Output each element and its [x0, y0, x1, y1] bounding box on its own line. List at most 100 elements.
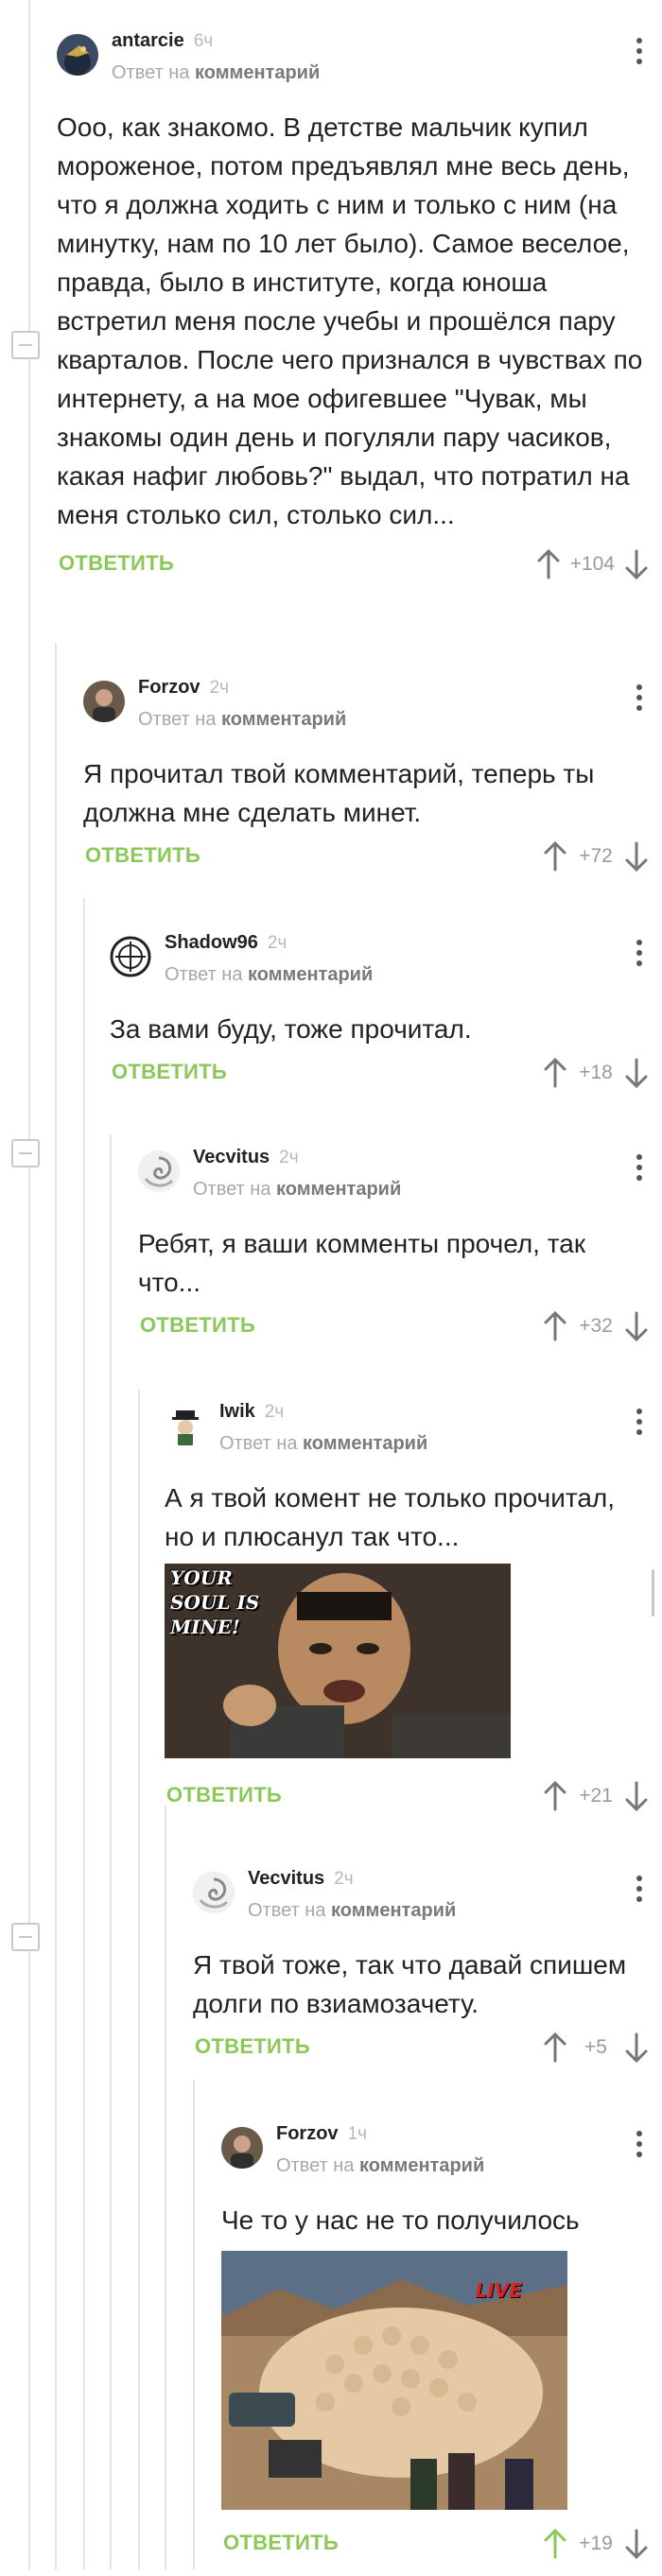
comment-score: +5 [584, 2036, 607, 2058]
collapse-thread-button[interactable] [11, 1923, 40, 1951]
comment-footer: ОТВЕТИТЬ +104 [57, 540, 662, 596]
reply-button[interactable]: ОТВЕТИТЬ [140, 1313, 255, 1338]
comment: Forzov 2ч Ответ на комментарий Я прочитал… [83, 677, 662, 889]
vote-controls: +104 [534, 547, 651, 581]
comment-time: 2ч [267, 933, 287, 953]
comment-footer: ОТВЕТИТЬ +32 [138, 1302, 662, 1358]
comment-time: 2ч [334, 1869, 354, 1889]
reply-button[interactable]: ОТВЕТИТЬ [112, 1060, 227, 1084]
avatar-man-icon[interactable] [83, 681, 125, 722]
comment-score: +21 [579, 1785, 613, 1807]
more-options-icon[interactable] [636, 38, 643, 68]
collapse-thread-button[interactable] [11, 1139, 40, 1167]
downvote-arrow-icon[interactable] [622, 1309, 651, 1343]
username[interactable]: Shadow96 2ч [165, 932, 287, 954]
username[interactable]: Forzov 2ч [138, 677, 229, 699]
username[interactable]: Vecvitus 2ч [248, 1868, 354, 1890]
comment-time: 2ч [209, 678, 230, 698]
reply-to-line: Ответ на комментарий [248, 1900, 457, 1921]
reply-button[interactable]: ОТВЕТИТЬ [166, 1783, 282, 1807]
comment-header: Shadow96 2ч Ответ на комментарий [110, 932, 662, 1010]
more-options-icon[interactable] [636, 1409, 643, 1439]
comment: Iwik 2ч Ответ на комментарий А я твой ком… [165, 1401, 662, 1828]
reply-to-line: Ответ на комментарий [138, 709, 347, 730]
comment-header: Vecvitus 2ч Ответ на комментарий [138, 1147, 662, 1224]
reply-to-line: Ответ на комментарий [276, 2155, 485, 2176]
more-options-icon[interactable] [636, 1876, 643, 1906]
reply-target-link[interactable]: комментарий [276, 1179, 401, 1200]
vote-controls: +21 [541, 1779, 651, 1813]
reply-button[interactable]: ОТВЕТИТЬ [195, 2034, 310, 2059]
reply-target-link[interactable]: комментарий [331, 1900, 456, 1921]
comment-header: Forzov 2ч Ответ на комментарий [83, 677, 662, 754]
upvote-arrow-icon[interactable] [541, 1309, 569, 1343]
downvote-arrow-icon[interactable] [622, 547, 651, 581]
comment-header: Vecvitus 2ч Ответ на комментарий [193, 1868, 662, 1945]
comment-header: antarcie 6ч Ответ на комментарий [57, 30, 662, 108]
comment-footer: ОТВЕТИТЬ +72 [83, 832, 662, 889]
avatar-hat-man-icon[interactable] [165, 1405, 206, 1446]
comment-text: За вами буду, тоже прочитал. [110, 1014, 472, 1044]
thread-line [165, 1806, 166, 2569]
live-badge: LIVE [475, 2279, 522, 2302]
vote-controls: +5 [541, 2031, 651, 2065]
username[interactable]: Vecvitus 2ч [193, 1147, 299, 1168]
comment-footer: ОТВЕТИТЬ +21 [165, 1772, 662, 1828]
reply-to-line: Ответ на комментарий [165, 964, 374, 985]
comment-score: +19 [579, 2533, 613, 2554]
username[interactable]: Forzov 1ч [276, 2123, 367, 2145]
avatar-man-icon[interactable] [221, 2127, 263, 2169]
collapse-thread-button[interactable] [11, 331, 40, 359]
comment: Shadow96 2ч Ответ на комментарий За вами … [110, 932, 662, 1105]
avatar-emblem-icon[interactable] [110, 936, 151, 977]
reply-target-link[interactable]: комментарий [195, 62, 320, 83]
thread-line [193, 2080, 195, 2569]
vote-controls: +18 [541, 1056, 651, 1090]
comment-text: Ооо, как знакомо. В детстве мальчик купи… [57, 112, 643, 529]
avatar-swirl-icon[interactable] [193, 1872, 235, 1913]
comment-header: Iwik 2ч Ответ на комментарий [165, 1401, 662, 1478]
downvote-arrow-icon[interactable] [622, 2527, 651, 2561]
comment-text: Я твой тоже, так что давай спишем долги … [193, 1950, 627, 2018]
reply-to-line: Ответ на комментарий [219, 1433, 428, 1454]
username[interactable]: Iwik 2ч [219, 1401, 284, 1423]
vote-controls: +19 [541, 2527, 651, 2561]
thread-line [110, 1134, 112, 2569]
reply-button[interactable]: ОТВЕТИТЬ [223, 2531, 339, 2555]
reply-button[interactable]: ОТВЕТИТЬ [59, 551, 174, 576]
comment-footer: ОТВЕТИТЬ +19 [221, 2519, 662, 2576]
upvote-arrow-icon[interactable] [541, 2527, 569, 2561]
comment-header: Forzov 1ч Ответ на комментарий [221, 2123, 662, 2201]
upvote-arrow-icon[interactable] [534, 547, 563, 581]
downvote-arrow-icon[interactable] [622, 839, 651, 873]
more-options-icon[interactable] [636, 2131, 643, 2161]
username[interactable]: antarcie 6ч [112, 30, 213, 52]
upvote-arrow-icon[interactable] [541, 839, 569, 873]
comment-score: +18 [579, 1062, 613, 1083]
reply-to-line: Ответ на комментарий [193, 1179, 402, 1200]
comment-image[interactable]: LIVE [221, 2251, 567, 2510]
avatar-swirl-icon[interactable] [138, 1150, 180, 1192]
upvote-arrow-icon[interactable] [541, 1056, 569, 1090]
comment-text: Че то у нас не то получилось [221, 2205, 580, 2235]
comment-score: +104 [569, 553, 615, 575]
comment: Vecvitus 2ч Ответ на комментарий Ребят, я… [138, 1147, 662, 1358]
more-options-icon[interactable] [636, 684, 643, 715]
comment-text: Я прочитал твой комментарий, теперь ты д… [83, 759, 595, 827]
upvote-arrow-icon[interactable] [541, 2031, 569, 2065]
downvote-arrow-icon[interactable] [622, 1779, 651, 1813]
reply-target-link[interactable]: комментарий [359, 2155, 484, 2176]
reply-target-link[interactable]: комментарий [303, 1433, 427, 1454]
more-options-icon[interactable] [636, 1154, 643, 1184]
more-options-icon[interactable] [636, 940, 643, 970]
upvote-arrow-icon[interactable] [541, 1779, 569, 1813]
downvote-arrow-icon[interactable] [622, 1056, 651, 1090]
reply-target-link[interactable]: комментарий [221, 709, 346, 730]
comment-image[interactable]: YOUR SOUL IS MINE! [165, 1564, 511, 1758]
comment: Forzov 1ч Ответ на комментарий Че то у на… [221, 2123, 662, 2576]
avatar-bird-icon[interactable] [57, 34, 98, 76]
reply-target-link[interactable]: комментарий [248, 964, 373, 985]
downvote-arrow-icon[interactable] [622, 2031, 651, 2065]
thread-line [83, 898, 85, 2569]
reply-button[interactable]: ОТВЕТИТЬ [85, 843, 200, 868]
